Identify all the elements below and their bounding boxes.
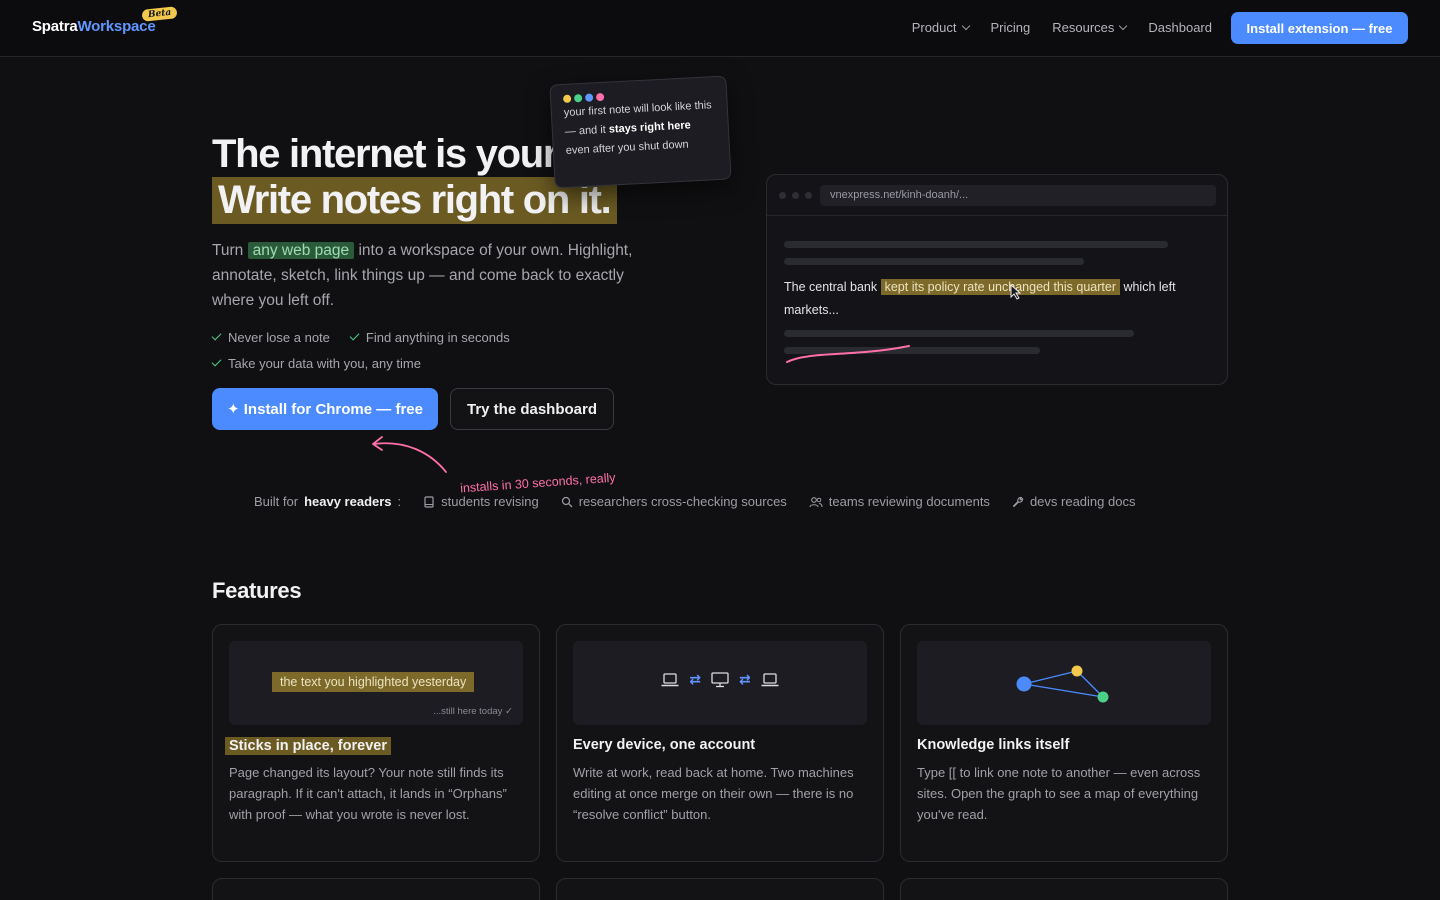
skeleton-line [784,241,1168,248]
preview-note: ...still here today ✓ [433,706,513,717]
browser-toolbar: vnexpress.net/kinh-doanh/... [767,175,1227,216]
sync-arrows-icon: ⇄ [689,671,701,687]
feature-card-partial [900,878,1228,900]
feature-preview: the text you highlighted yesterday ...st… [229,641,523,725]
wrench-icon [1012,496,1024,507]
sync-arrows-icon: ⇄ [739,671,751,687]
check-icon [211,330,222,341]
feature-card-devices: ⇄ ⇄ Every device, one account Write at w… [556,624,884,862]
laptop-icon [761,672,779,686]
nav-resources[interactable]: Resources [1052,20,1128,35]
audience-label: researchers cross-checking sources [578,494,787,509]
users-icon [809,496,823,507]
book-icon [424,495,434,508]
hero-desc-highlight: any web page [247,242,355,259]
address-bar[interactable]: vnexpress.net/kinh-doanh/... [820,185,1216,206]
preview-highlight: the text you highlighted yesterday [272,672,475,692]
logo-part1: Spatra [32,18,78,35]
nav-pricing[interactable]: Pricing [991,20,1031,35]
check-label: Take your data with you, any time [228,355,421,371]
feature-preview [917,641,1211,725]
article-highlight[interactable]: kept its policy rate unchanged this quar… [880,279,1120,295]
hero-description: Turn any web page into a workspace of yo… [212,238,662,313]
skeleton-line [784,258,1084,265]
built-for-prefix: Built for [254,494,299,509]
feature-title: Sticks in place, forever [225,737,391,755]
built-for-row: Built for heavy readers : students revis… [254,494,1135,509]
check-label: Never lose a note [228,329,330,345]
built-for-colon: : [397,494,402,509]
audience-label: students revising [441,494,539,509]
audience-students: students revising [423,494,539,509]
check-item: Never lose a note [211,329,330,345]
feature-title: Every device, one account [573,737,756,753]
audience-devs: devs reading docs [1012,494,1136,509]
feature-description: Write at work, read back at home. Two ma… [573,765,854,822]
color-dot[interactable] [584,93,594,102]
built-for-emphasis: heavy readers [304,494,392,509]
logo[interactable]: SpatraWorkspace [32,18,156,35]
search-icon [561,496,573,507]
chevron-down-icon [1119,21,1128,30]
chevron-down-icon [961,21,970,30]
feature-card-sticks: the text you highlighted yesterday ...st… [212,624,540,862]
laptop-icon [661,672,679,686]
nav-links: Product Pricing Resources Dashboard [912,20,1212,35]
install-time-note: installs in 30 seconds, really [459,470,616,496]
color-dot[interactable] [595,92,605,102]
sticky-text-bold: stays right here [608,119,691,136]
mouse-cursor-icon [1010,284,1022,300]
sticky-note-card: your first note will look like this — an… [549,75,732,189]
nav-dashboard[interactable]: Dashboard [1148,20,1212,35]
sticky-text-part2: even after you shut down [565,138,689,157]
devices-row: ⇄ ⇄ [573,671,867,688]
features-title: Features [212,578,302,603]
audience-teams: teams reviewing documents [809,494,990,509]
window-dot [792,192,799,199]
feature-description: Type [[ to link one note to another — ev… [917,765,1201,822]
feature-card-partial [556,878,884,900]
feature-preview: ⇄ ⇄ [573,641,867,725]
hand-drawn-arrow-icon [372,436,447,473]
benefit-checks: Never lose a note Find anything in secon… [211,324,510,376]
logo-part2: Workspace [77,18,156,35]
nav-product-label: Product [911,20,957,35]
audience-label: devs reading docs [1029,494,1136,509]
check-icon [211,356,222,367]
color-dot[interactable] [573,94,583,103]
desktop-icon [711,671,729,687]
beta-badge: Beta [141,6,178,22]
try-dashboard-button[interactable]: Try the dashboard [450,388,614,430]
nav-pricing-label: Pricing [990,20,1031,35]
article-text: The central bank kept its policy rate un… [784,276,1214,322]
audience-researchers: researchers cross-checking sources [561,494,787,509]
feature-title: Knowledge links itself [917,737,1070,753]
feature-description: Page changed its layout? Your note still… [229,765,507,822]
sticky-note-text: your first note will look like this — an… [563,96,717,161]
check-label: Find anything in seconds [365,329,510,345]
window-dot [805,192,812,199]
article-text-part1: The central bank [784,280,881,294]
feature-card-partial [212,878,540,900]
nav-resources-label: Resources [1052,20,1115,35]
window-dot [779,192,786,199]
skeleton-line [784,330,1134,337]
check-item: Take your data with you, any time [211,355,421,371]
pen-stroke-icon [786,345,910,363]
color-dot[interactable] [562,94,572,103]
hero-title-line1: The internet is your [212,132,558,176]
browser-mockup: vnexpress.net/kinh-doanh/... The central… [766,174,1228,385]
nav-product[interactable]: Product [911,20,970,35]
nav-dashboard-label: Dashboard [1148,20,1212,35]
feature-card-links: Knowledge links itself Type [[ to link o… [900,624,1228,862]
hero-desc-part1: Turn [212,242,248,259]
top-nav: SpatraWorkspace Beta Product Pricing Res… [0,0,1440,57]
install-extension-button[interactable]: Install extension — free [1231,12,1408,44]
audience-label: teams reviewing documents [828,494,990,509]
install-chrome-button[interactable]: ✦ Install for Chrome — free [212,388,438,430]
check-icon [349,330,360,341]
knowledge-graph-icon [1016,665,1109,703]
check-item: Find anything in seconds [349,329,510,345]
